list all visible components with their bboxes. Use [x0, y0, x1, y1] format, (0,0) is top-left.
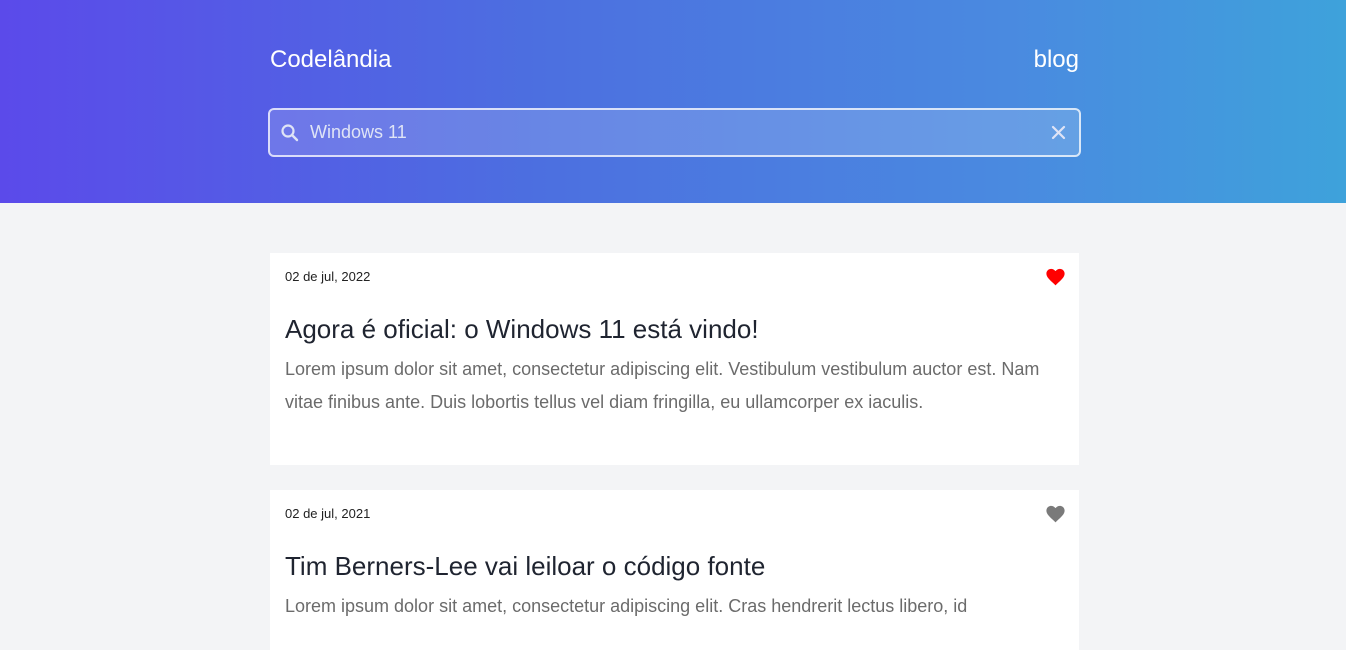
heart-icon[interactable]	[1046, 505, 1065, 523]
post-title[interactable]: Tim Berners-Lee vai leiloar o código fon…	[285, 550, 765, 582]
heart-shape	[1046, 505, 1065, 523]
header: Codelândia blog	[0, 0, 1346, 203]
brand-logo[interactable]: Codelândia	[270, 44, 391, 76]
post-title[interactable]: Agora é oficial: o Windows 11 está vindo…	[285, 313, 759, 345]
post-date: 02 de jul, 2022	[285, 269, 371, 284]
search-input[interactable]	[310, 110, 1040, 155]
heart-icon[interactable]	[1046, 268, 1065, 286]
nav-link-blog[interactable]: blog	[1034, 44, 1079, 76]
post-card[interactable]: 02 de jul, 2022 Agora é oficial: o Windo…	[270, 253, 1079, 465]
close-icon[interactable]	[1050, 124, 1067, 141]
post-excerpt: Lorem ipsum dolor sit amet, consectetur …	[285, 596, 968, 616]
search-bar	[268, 108, 1081, 157]
post-card[interactable]: 02 de jul, 2021 Tim Berners-Lee vai leil…	[270, 490, 1079, 650]
search-icon	[281, 124, 299, 142]
heart-shape	[1046, 268, 1065, 286]
post-excerpt: Lorem ipsum dolor sit amet, consectetur …	[285, 359, 1040, 412]
post-date: 02 de jul, 2021	[285, 506, 371, 521]
